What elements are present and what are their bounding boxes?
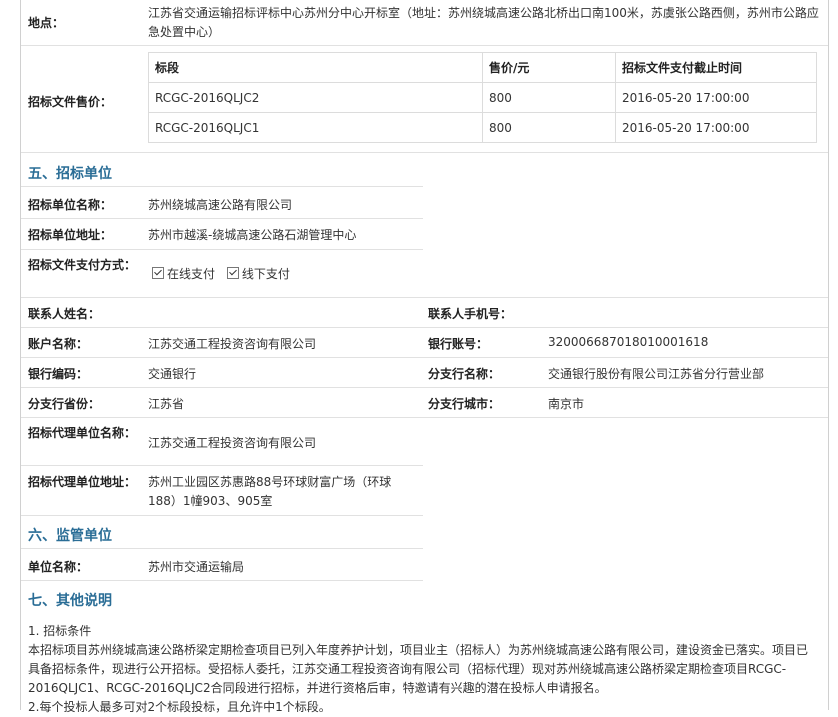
column-header: 售价/元 <box>482 52 616 83</box>
agent-addr-label: 招标代理单位地址： <box>28 475 137 489</box>
contact-name-label: 联系人姓名： <box>28 307 101 321</box>
section-title-supervisor: 六、监管单位 <box>28 528 112 544</box>
divider <box>21 249 423 250</box>
bank-code-label: 银行编码： <box>28 367 89 381</box>
tenderer-name: 苏州绕城高速公路有限公司 <box>148 198 293 212</box>
doc-price-table: 标段 售价/元 招标文件支付截止时间 RCGC-2016QLJC2 800 20… <box>148 52 817 143</box>
branch-city: 南京市 <box>548 397 585 411</box>
location-value: 江苏省交通运输招标评标中心苏州分中心开标室（地址：苏州绕城高速公路北桥出口南10… <box>148 6 819 39</box>
tenderer-name-label: 招标单位名称： <box>28 198 113 212</box>
bank-account: 32000668701801000161​8 <box>548 335 709 349</box>
branch-name-label: 分支行名称： <box>428 367 501 381</box>
divider <box>21 327 828 328</box>
branch-city-label: 分支行城市： <box>428 397 501 411</box>
branch-province-label: 分支行省份： <box>28 397 101 411</box>
divider <box>21 465 423 466</box>
unit-name-label: 单位名称： <box>28 560 89 574</box>
table-cell: RCGC-2016QLJC2 <box>148 82 483 113</box>
offline-pay-label: 线下支付 <box>241 267 290 281</box>
branch-province: 江苏省 <box>148 397 185 411</box>
agent-name: 江苏交通工程投资咨询有限公司 <box>148 436 317 450</box>
divider <box>21 186 423 187</box>
table-cell: RCGC-2016QLJC1 <box>148 112 483 143</box>
divider <box>21 417 828 418</box>
section-title-tenderer: 五、招标单位 <box>28 166 112 182</box>
account-name: 江苏交通工程投资咨询有限公司 <box>148 337 317 351</box>
divider <box>21 580 423 581</box>
doc-price-label: 招标文件售价： <box>28 95 113 109</box>
contact-phone-label: 联系人手机号： <box>428 307 513 321</box>
online-pay-label: 在线支付 <box>167 267 216 281</box>
divider <box>21 45 828 46</box>
divider <box>21 387 828 388</box>
table-row: RCGC-2016QLJC1 800 2016-05-20 17:00:00 <box>148 112 817 143</box>
section-title-other: 七、其他说明 <box>28 593 112 609</box>
divider <box>21 152 828 153</box>
bid-limit-note: 2.每个投标人最多可对2个标段投标，且允许中1个标段。 <box>28 700 331 714</box>
pay-method-options: 在线支付 线下支付 <box>152 265 290 282</box>
agent-addr: 苏州工业园区苏惠路88号环球财富广场（环球188）1幢903、905室 <box>148 475 392 508</box>
condition-title: 1. 招标条件 <box>28 624 92 638</box>
unit-name: 苏州市交通运输局 <box>148 560 245 574</box>
offline-pay-checkbox[interactable] <box>226 267 239 279</box>
column-header: 标段 <box>148 52 483 83</box>
table-header-row: 标段 售价/元 招标文件支付截止时间 <box>148 52 817 83</box>
tender-detail-page: 地点： 江苏省交通运输招标评标中心苏州分中心开标室（地址：苏州绕城高速公路北桥出… <box>0 0 838 714</box>
column-header: 招标文件支付截止时间 <box>615 52 817 83</box>
table-cell: 800 <box>482 112 616 143</box>
pay-method-label: 招标文件支付方式： <box>28 258 137 272</box>
location-label: 地点： <box>28 16 65 30</box>
online-pay-checkbox[interactable] <box>152 267 164 279</box>
table-cell: 2016-05-20 17:00:00 <box>615 112 817 143</box>
divider <box>21 515 423 516</box>
divider <box>21 218 423 219</box>
bank-account-label: 银行账号： <box>428 337 489 351</box>
tenderer-addr: 苏州市越溪-绕城高速公路石湖管理中心 <box>148 228 357 242</box>
tenderer-addr-label: 招标单位地址： <box>28 228 113 242</box>
divider <box>21 548 423 549</box>
divider <box>21 357 828 358</box>
condition-body: 本招标项目苏州绕城高速公路桥梁定期检查项目已列入年度养护计划，项目业主（招标人）… <box>28 643 809 695</box>
table-row: RCGC-2016QLJC2 800 2016-05-20 17:00:00 <box>148 82 817 113</box>
table-cell: 800 <box>482 82 616 113</box>
left-border <box>20 0 21 710</box>
agent-name-label: 招标代理单位名称： <box>28 426 137 440</box>
account-name-label: 账户名称： <box>28 337 89 351</box>
branch-name: 交通银行股份有限公司江苏省分行营业部 <box>548 367 765 381</box>
divider <box>21 297 828 298</box>
bank-code: 交通银行 <box>148 367 197 381</box>
right-border <box>828 0 829 710</box>
table-cell: 2016-05-20 17:00:00 <box>615 82 817 113</box>
